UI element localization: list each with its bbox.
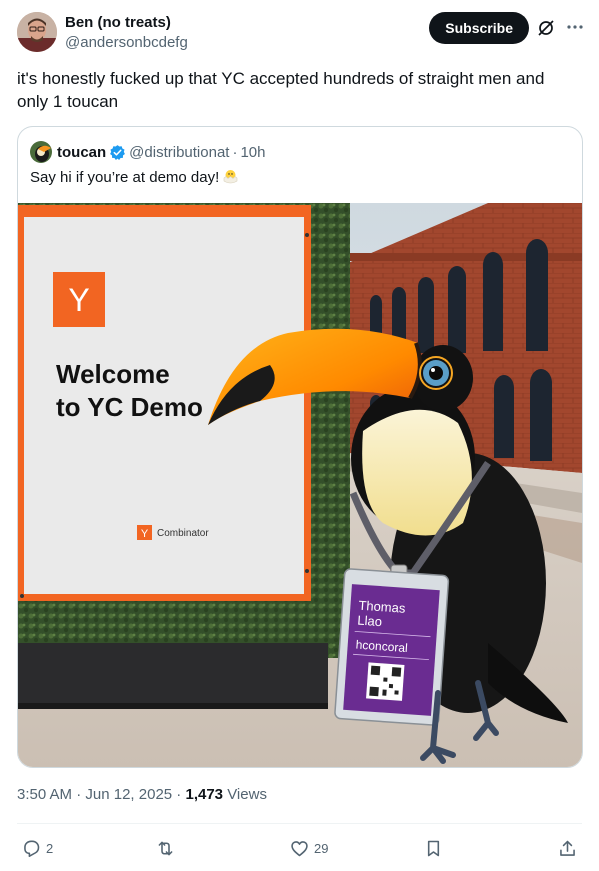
quoted-post[interactable]: toucan @distributionat · 10h Say hi if y… bbox=[17, 126, 583, 768]
sign-footer-text: Combinator bbox=[157, 528, 209, 539]
meta-separator: · bbox=[172, 786, 186, 803]
heart-icon bbox=[291, 840, 308, 856]
sign-footer-logo: Y bbox=[141, 528, 149, 540]
post-meta: 3:50 AM · Jun 12, 2025 · 1,473 Views bbox=[17, 786, 267, 803]
quoted-author-handle[interactable]: @distributionat bbox=[129, 144, 229, 161]
views-label: Views bbox=[223, 786, 267, 803]
share-button[interactable] bbox=[557, 833, 578, 863]
quoted-post-time[interactable]: 10h bbox=[240, 144, 265, 161]
meta-separator: · bbox=[72, 786, 86, 803]
share-icon bbox=[560, 840, 575, 856]
toucan-at-demo-day-photo: Y Welcome to YC Demo Y Combinator Thomas… bbox=[18, 203, 582, 767]
bookmark-button[interactable] bbox=[423, 833, 444, 863]
post-header: Ben (no treats) @andersonbcdefg Subscrib… bbox=[17, 11, 585, 55]
verified-badge-icon bbox=[110, 144, 126, 160]
reply-count: 2 bbox=[46, 840, 54, 856]
repost-icon bbox=[158, 841, 173, 855]
author-avatar[interactable] bbox=[17, 12, 57, 52]
quoted-post-text-content: Say hi if you’re at demo day! bbox=[30, 169, 220, 186]
like-count: 29 bbox=[314, 840, 329, 856]
post-text: it's honestly fucked up that YC accepted… bbox=[17, 69, 545, 111]
sign-line1: Welcome bbox=[56, 359, 170, 389]
badge-line2: Llao bbox=[357, 613, 383, 630]
author-name[interactable]: Ben (no treats) bbox=[65, 13, 188, 32]
sign-logo: Y bbox=[68, 282, 89, 318]
reply-button[interactable]: 2 bbox=[21, 833, 53, 863]
post-date[interactable]: Jun 12, 2025 bbox=[85, 786, 172, 803]
subscribe-button[interactable]: Subscribe bbox=[429, 12, 529, 44]
action-bar: 2 29 bbox=[17, 833, 585, 863]
like-button[interactable]: 29 bbox=[289, 833, 328, 863]
more-icon[interactable] bbox=[565, 17, 585, 37]
divider bbox=[17, 823, 582, 824]
quoted-post-text: Say hi if you’re at demo day! bbox=[30, 168, 239, 188]
quoted-author-avatar[interactable] bbox=[30, 141, 52, 163]
quoted-post-header: toucan @distributionat · 10h bbox=[30, 141, 265, 163]
quoted-author-name[interactable]: toucan bbox=[57, 144, 106, 161]
author-handle[interactable]: @andersonbcdefg bbox=[65, 33, 188, 52]
quoted-post-image[interactable]: Y Welcome to YC Demo Y Combinator Thomas… bbox=[18, 203, 582, 767]
sign-line2: to YC Demo bbox=[56, 392, 203, 422]
post-time[interactable]: 3:50 AM bbox=[17, 786, 72, 803]
grok-icon[interactable] bbox=[537, 19, 555, 37]
repost-button[interactable] bbox=[155, 833, 180, 863]
views-count: 1,473 bbox=[185, 786, 224, 803]
bookmark-icon bbox=[427, 840, 440, 856]
hatching-chick-emoji-icon bbox=[222, 168, 239, 185]
reply-icon bbox=[24, 840, 40, 857]
separator-dot: · bbox=[232, 143, 238, 161]
author-block: Ben (no treats) @andersonbcdefg bbox=[65, 13, 188, 52]
